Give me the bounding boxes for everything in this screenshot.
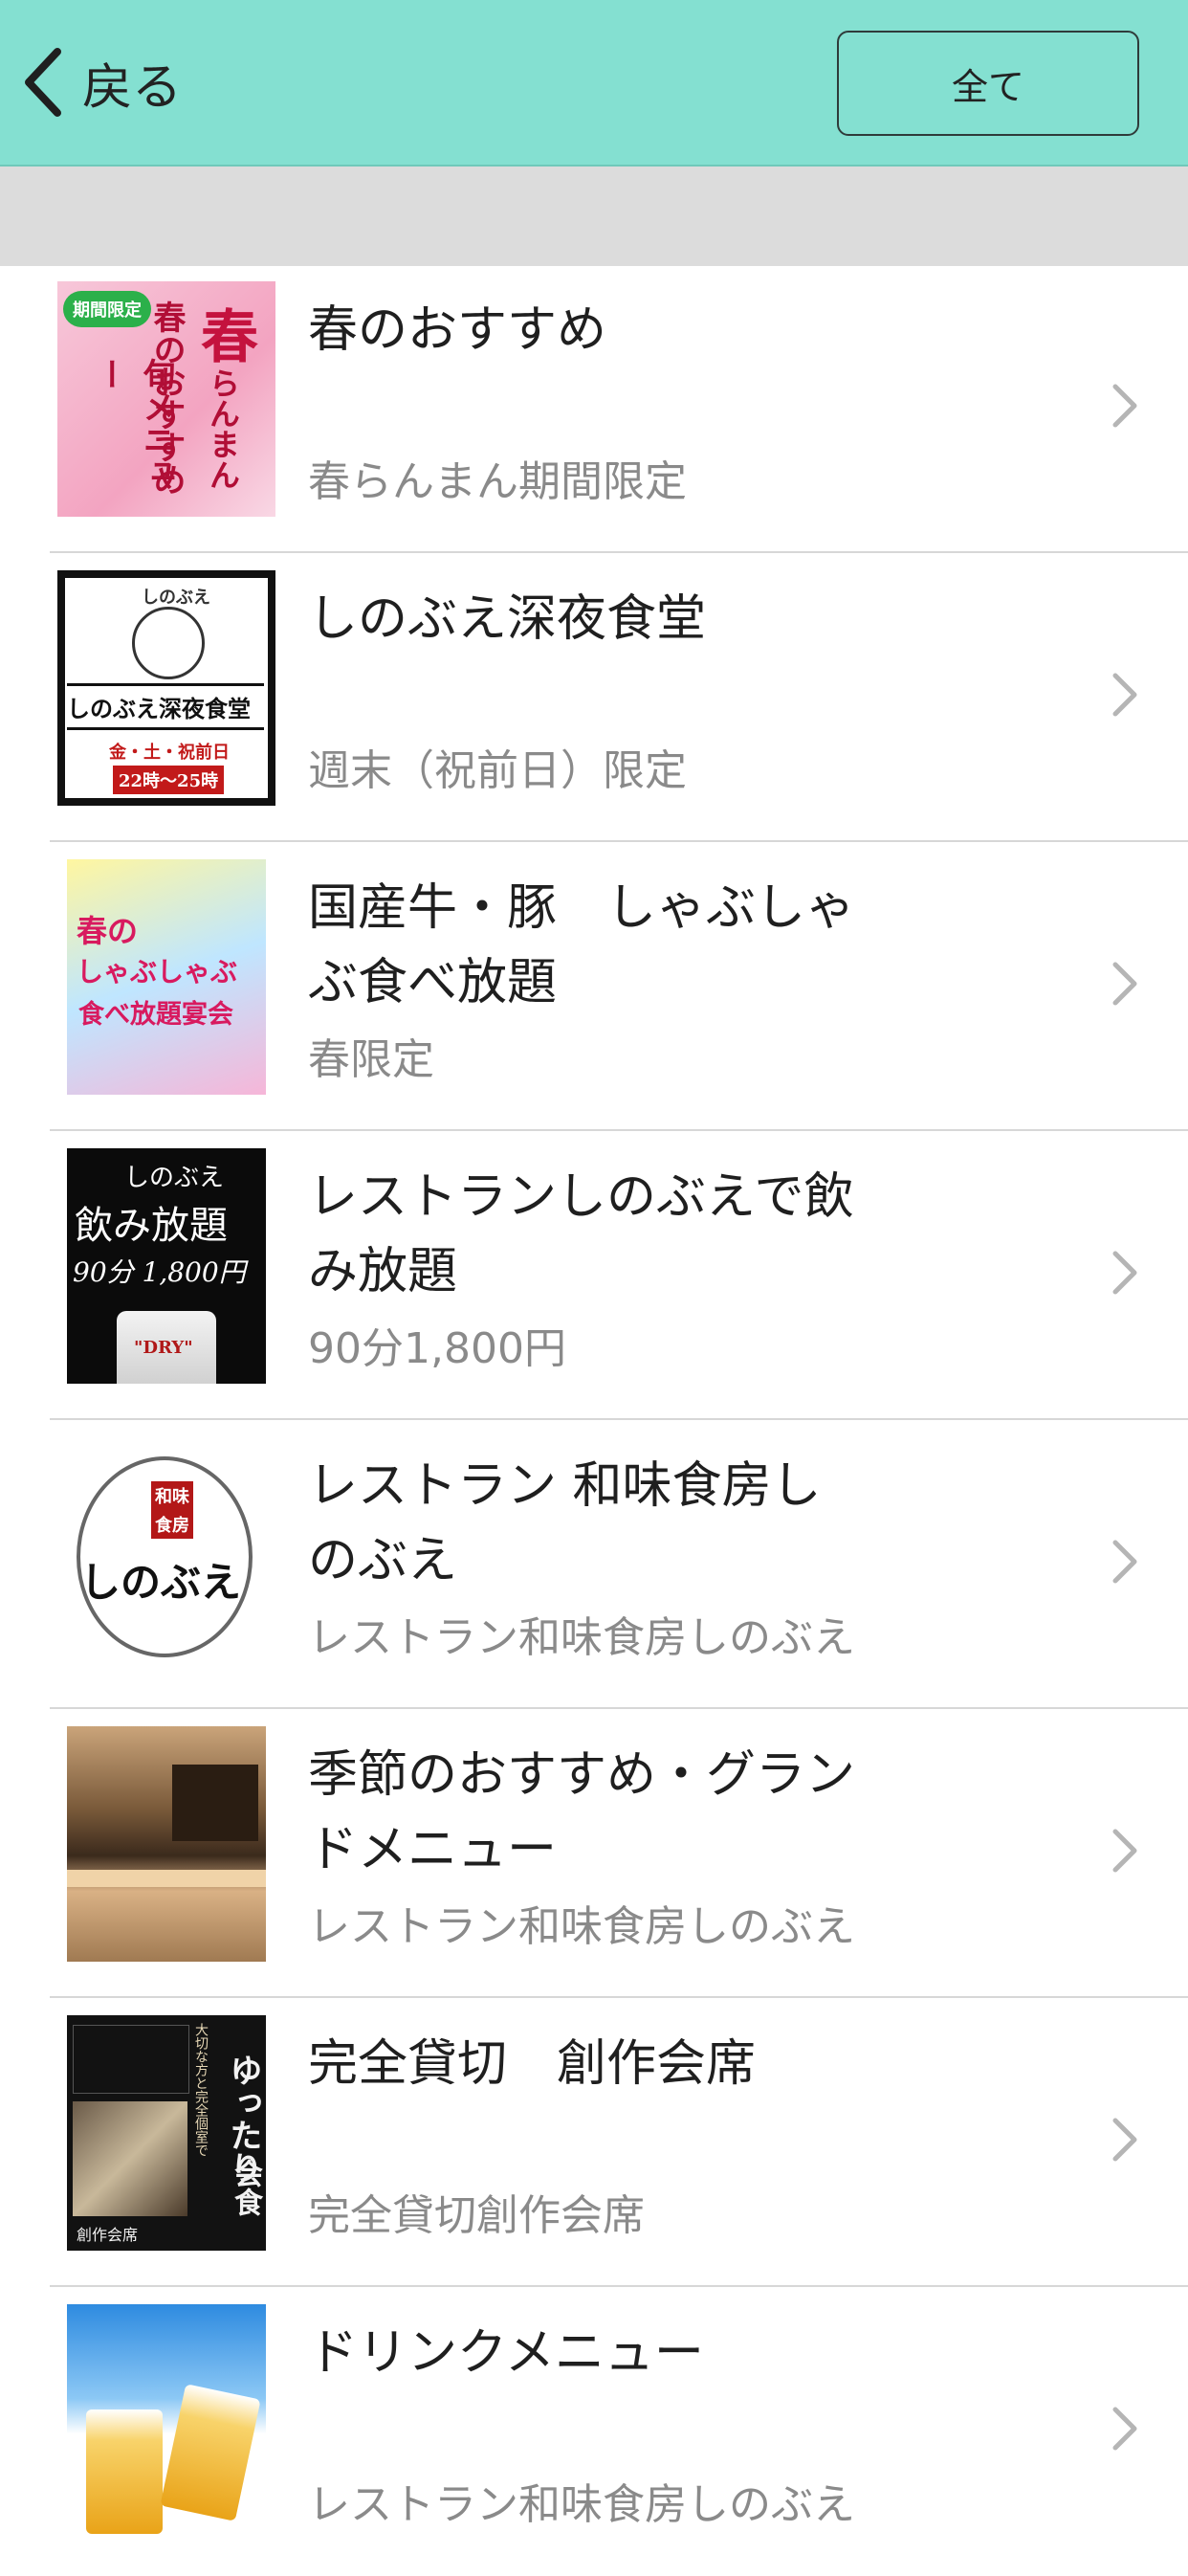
thumb-text: 春の <box>77 913 139 949</box>
item-title: 季節のおすすめ・グランドメニュー <box>308 1746 856 1878</box>
item-subtitle: レストラン和味食房しのぶえ <box>308 2480 855 2529</box>
thumb-text: 和味 <box>151 1481 193 1510</box>
chevron-right-icon <box>1111 2117 1138 2163</box>
thumb-text: 大切な方と完全個室で <box>193 2023 209 2157</box>
item-title: レストラン 和味食房しのぶえ <box>308 1457 822 1589</box>
back-button[interactable]: 戻る <box>21 42 182 122</box>
thumb-text: 会食 <box>229 2159 262 2216</box>
section-band <box>0 167 1188 266</box>
window-image <box>172 1765 258 1841</box>
thumb-text: 22時～25時 <box>113 766 225 794</box>
thumb-text-block <box>73 2025 189 2094</box>
thumbnail-nomihodai: しのぶえ 飲み放題 90分 1,800円 "DRY" <box>67 1148 266 1384</box>
item-subtitle: 春限定 <box>308 1035 434 1084</box>
divider <box>50 551 1188 553</box>
item-subtitle: 完全貸切創作会席 <box>308 2191 645 2240</box>
thumbnail-private-banquet: 大切な方と完全個室で ゆったり 会食 創作会席 <box>67 2015 266 2251</box>
divider <box>50 2285 1188 2287</box>
item-subtitle: 週末（祝前日）限定 <box>308 746 687 795</box>
item-title: 春のおすすめ <box>308 301 607 359</box>
thumb-text: しゃぶしゃぶ <box>77 956 238 988</box>
thumb-text: 旬メニュー <box>90 358 175 488</box>
list-item[interactable]: しのぶえ しのぶえ深夜食堂 金・土・祝前日 22時～25時 しのぶえ深夜食堂 週… <box>0 555 1188 842</box>
divider <box>50 1418 1188 1420</box>
chevron-right-icon <box>1111 1828 1138 1874</box>
list-item[interactable]: ドリンクメニュー レストラン和味食房しのぶえ <box>0 2289 1188 2576</box>
item-subtitle: 90分1,800円 <box>308 1324 566 1373</box>
item-title: レストランしのぶえで飲み放題 <box>308 1168 854 1300</box>
room-photo <box>73 2101 187 2216</box>
list-item[interactable]: しのぶえ 飲み放題 90分 1,800円 "DRY" レストランしのぶえで飲み放… <box>0 1133 1188 1420</box>
thumb-text: "DRY" <box>134 1338 193 1358</box>
item-subtitle: レストラン和味食房しのぶえ <box>308 1613 855 1662</box>
thumb-logo-circle <box>132 607 205 679</box>
chevron-right-icon <box>1111 2406 1138 2452</box>
thumb-text: 90分 1,800円 <box>73 1256 246 1288</box>
chevron-left-icon <box>25 48 61 117</box>
thumb-text: 金・土・祝前日 <box>109 743 230 763</box>
thumbnail-late-night: しのぶえ しのぶえ深夜食堂 金・土・祝前日 22時～25時 <box>57 570 275 806</box>
list-item[interactable]: 春の しゃぶしゃぶ 食べ放題宴会 国産牛・豚 しゃぶしゃぶ食べ放題 春限定 <box>0 844 1188 1131</box>
thumb-text: 春 <box>201 304 258 371</box>
thumb-text: らんまん <box>205 367 241 490</box>
beer-glass-image <box>86 2409 163 2534</box>
chevron-right-icon <box>1111 672 1138 718</box>
thumb-text: 食べ放題宴会 <box>78 1000 233 1030</box>
item-title: しのぶえ深夜食堂 <box>308 590 707 648</box>
list-item[interactable]: 期間限定 春 らんまん 春のおすすめ 旬メニュー 春のおすすめ 春らんまん期間限… <box>0 266 1188 553</box>
item-title: 完全貸切 創作会席 <box>308 2035 757 2093</box>
beer-glass-image <box>160 2384 261 2521</box>
thumb-text: しのぶえ <box>80 1559 242 1606</box>
chevron-right-icon <box>1111 383 1138 429</box>
divider <box>50 840 1188 842</box>
thumbnail-logo: 和味 食房 しのぶえ <box>67 1437 266 1673</box>
thumbnail-shabu: 春の しゃぶしゃぶ 食べ放題宴会 <box>67 859 266 1095</box>
divider <box>50 1129 1188 1131</box>
item-title: ドリンクメニュー <box>308 2324 704 2382</box>
item-subtitle: レストラン和味食房しのぶえ <box>308 1902 855 1951</box>
thumbnail-drinks <box>67 2304 266 2540</box>
thumb-text: しのぶえ <box>142 588 210 608</box>
list-item[interactable]: 季節のおすすめ・グランドメニュー レストラン和味食房しのぶえ <box>0 1711 1188 1998</box>
all-button[interactable]: 全て <box>837 31 1139 136</box>
thumb-text: しのぶえ深夜食堂 <box>67 683 264 730</box>
list-item[interactable]: 大切な方と完全個室で ゆったり 会食 創作会席 完全貸切 創作会席 完全貸切創作… <box>0 2000 1188 2287</box>
counter-image <box>67 1870 266 1887</box>
thumbnail-spring: 期間限定 春 らんまん 春のおすすめ 旬メニュー <box>57 281 275 517</box>
divider <box>50 1996 1188 1998</box>
thumbnail-restaurant-interior <box>67 1726 266 1962</box>
chevron-right-icon <box>1111 1539 1138 1585</box>
thumb-text: 飲み放題 <box>75 1204 228 1248</box>
item-title: 国産牛・豚 しゃぶしゃぶ食べ放題 <box>308 879 856 1011</box>
list-item[interactable]: 和味 食房 しのぶえ レストラン 和味食房しのぶえ レストラン和味食房しのぶえ <box>0 1422 1188 1709</box>
chevron-right-icon <box>1111 961 1138 1007</box>
thumb-badge: 期間限定 <box>63 291 151 327</box>
thumb-text: 創作会席 <box>77 2226 139 2244</box>
nav-header: 戻る 全て <box>0 0 1188 167</box>
thumb-text: しのぶえ <box>124 1164 225 1192</box>
item-subtitle: 春らんまん期間限定 <box>308 457 687 506</box>
back-label: 戻る <box>82 58 183 117</box>
divider <box>50 1707 1188 1709</box>
thumb-text: 食房 <box>151 1510 193 1539</box>
chevron-right-icon <box>1111 1250 1138 1296</box>
